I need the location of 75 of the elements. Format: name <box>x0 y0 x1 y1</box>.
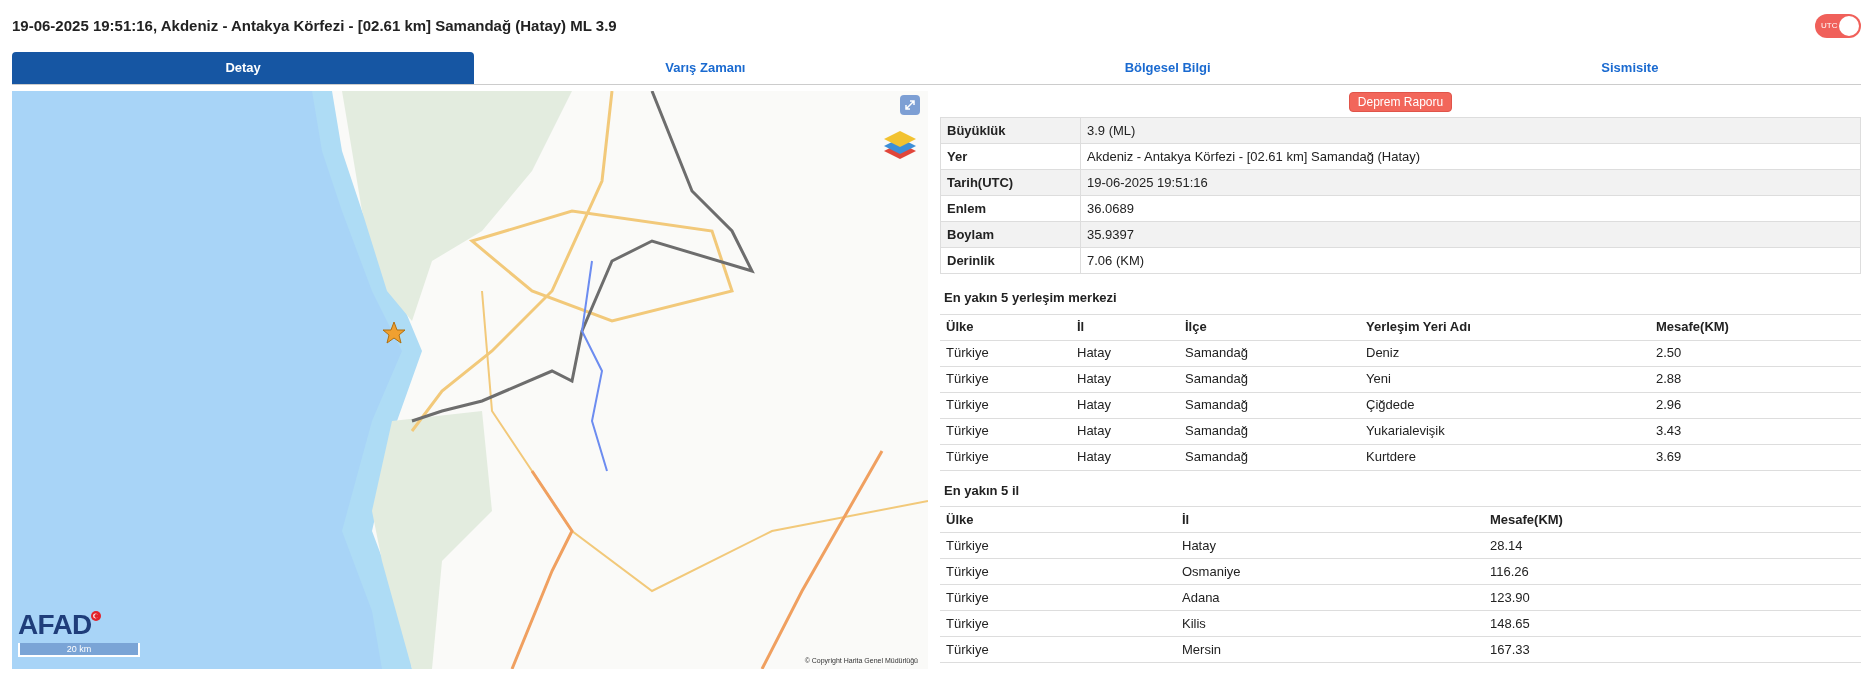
table-cell: Türkiye <box>940 584 1176 611</box>
table-cell: Türkiye <box>940 418 1071 444</box>
tab[interactable]: Detay <box>12 52 475 84</box>
table-cell: 2.96 <box>1650 392 1861 418</box>
table-cell: Hatay <box>1071 340 1179 366</box>
star-icon <box>382 321 406 345</box>
table-cell: Samandağ <box>1179 392 1360 418</box>
table-cell: Türkiye <box>940 392 1071 418</box>
detail-value: 35.9397 <box>1080 221 1861 248</box>
table-cell: Türkiye <box>940 444 1071 470</box>
table-cell: 116.26 <box>1484 558 1861 585</box>
detail-label: Boylam <box>940 221 1081 248</box>
table-cell: Samandağ <box>1179 366 1360 392</box>
flag-icon <box>91 611 102 621</box>
table-cell: Türkiye <box>940 532 1176 559</box>
table-cell: Deniz <box>1360 340 1650 366</box>
table-cell: Osmaniye <box>1176 558 1484 585</box>
tab[interactable]: Sismisite <box>1398 52 1861 84</box>
table-cell: 3.69 <box>1650 444 1861 470</box>
table-cell: Hatay <box>1071 392 1179 418</box>
page-title: 19-06-2025 19:51:16, Akdeniz - Antakya Körfezi - [02.61 km] Samandağ (Hatay) ML 3.9 <box>12 15 617 36</box>
table-title: En yakın 5 il <box>943 481 1021 500</box>
detail-label: Büyüklük <box>940 117 1081 144</box>
column-header: İl <box>1176 506 1484 533</box>
detail-value: 36.0689 <box>1080 195 1861 222</box>
table-cell: Adana <box>1176 584 1484 611</box>
expand-icon <box>904 99 916 111</box>
column-header: Ülke <box>940 506 1176 533</box>
table-cell: Hatay <box>1071 366 1179 392</box>
table-cell: Hatay <box>1176 532 1484 559</box>
table-cell: Mersin <box>1176 636 1484 663</box>
utc-toggle[interactable]: UTC <box>1815 14 1861 38</box>
detail-value: 7.06 (KM) <box>1080 247 1861 274</box>
table-cell: Türkiye <box>940 610 1176 637</box>
table-cell: Hatay <box>1071 444 1179 470</box>
detail-value: 3.9 (ML) <box>1080 117 1861 144</box>
table-cell: Yukarialevişik <box>1360 418 1650 444</box>
column-header: İl <box>1071 314 1179 340</box>
table-cell: 148.65 <box>1484 610 1861 637</box>
table-title: En yakın 5 yerleşim merkezi <box>943 289 1118 307</box>
table-cell: 28.14 <box>1484 532 1861 559</box>
table-cell: Türkiye <box>940 366 1071 392</box>
table-cell: Kurtdere <box>1360 444 1650 470</box>
table-cell: Samandağ <box>1179 418 1360 444</box>
table-cell: Samandağ <box>1179 340 1360 366</box>
column-header: Yerleşim Yeri Adı <box>1360 314 1650 340</box>
table-cell: Çiğdede <box>1360 392 1650 418</box>
column-header: Ülke <box>940 314 1071 340</box>
table-cell: 2.88 <box>1650 366 1861 392</box>
detail-label: Derinlik <box>940 247 1081 274</box>
table-cell: Kilis <box>1176 610 1484 637</box>
detail-label: Tarih(UTC) <box>940 169 1081 196</box>
detail-value: Akdeniz - Antakya Körfezi - [02.61 km] Samandağ (Hatay) <box>1080 143 1861 170</box>
detail-label: Yer <box>940 143 1081 170</box>
logo: AFAD <box>18 611 92 639</box>
table-cell: 2.50 <box>1650 340 1861 366</box>
detail-value: 19-06-2025 19:51:16 <box>1080 169 1861 196</box>
table-cell: 123.90 <box>1484 584 1861 611</box>
fullscreen-button[interactable] <box>900 95 920 115</box>
report-button[interactable]: Deprem Raporu <box>1348 92 1453 112</box>
column-header: İlçe <box>1179 314 1360 340</box>
table-cell: Samandağ <box>1179 444 1360 470</box>
tab[interactable]: Varış Zamanı <box>474 52 937 84</box>
table-cell: Türkiye <box>940 636 1176 663</box>
table-cell: Yeni <box>1360 366 1650 392</box>
table-cell: 3.43 <box>1650 418 1861 444</box>
table-cell: 167.33 <box>1484 636 1861 663</box>
column-header: Mesafe(KM) <box>1484 506 1861 533</box>
detail-label: Enlem <box>940 195 1081 222</box>
table-cell: Hatay <box>1071 418 1179 444</box>
scale-bar: 20 km <box>18 643 140 657</box>
column-header: Mesafe(KM) <box>1650 314 1861 340</box>
table-cell: Türkiye <box>940 340 1071 366</box>
tab[interactable]: Bölgesel Bilgi <box>936 52 1399 84</box>
table-cell: Türkiye <box>940 558 1176 585</box>
